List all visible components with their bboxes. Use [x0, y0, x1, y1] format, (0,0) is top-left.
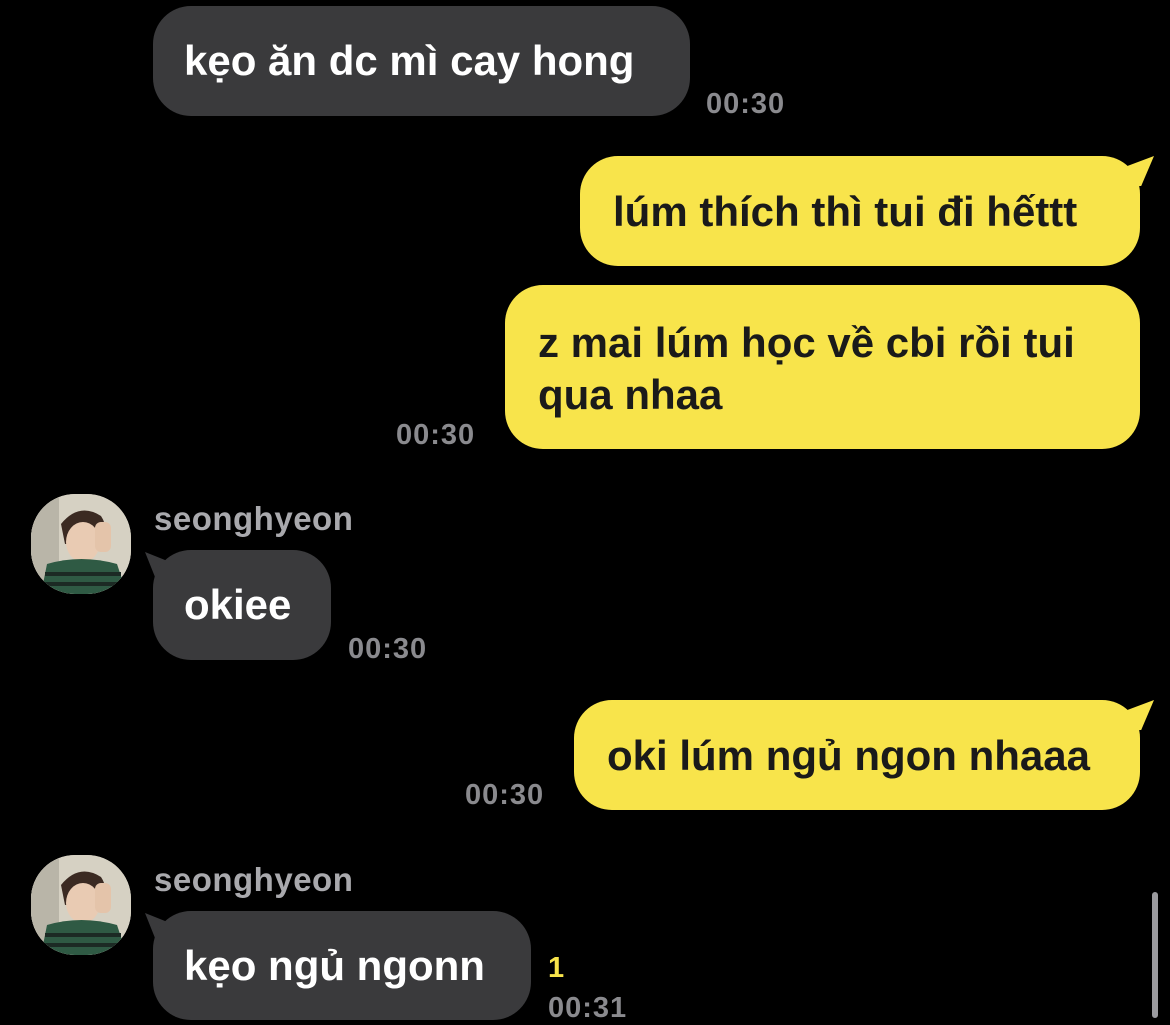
- bubble-tail: [1122, 156, 1154, 186]
- scrollbar[interactable]: [1152, 892, 1158, 1018]
- message-bubble-incoming[interactable]: kẹo ăn dc mì cay hong: [153, 6, 690, 116]
- avatar[interactable]: [31, 855, 131, 955]
- message-timestamp: 00:30: [706, 88, 786, 120]
- message-timestamp: 00:30: [348, 633, 428, 665]
- message-text: z mai lúm học về cbi rồi tui qua nhaa: [538, 319, 1075, 418]
- message-bubble-incoming[interactable]: kẹo ngủ ngonn: [153, 911, 531, 1020]
- message-timestamp: 00:30: [465, 779, 545, 811]
- message-text: kẹo ăn dc mì cay hong: [184, 37, 635, 84]
- message-bubble-outgoing[interactable]: z mai lúm học về cbi rồi tui qua nhaa: [505, 285, 1140, 449]
- message-text: oki lúm ngủ ngon nhaaa: [607, 732, 1090, 779]
- message-text: okiee: [184, 581, 292, 628]
- message-bubble-outgoing[interactable]: oki lúm ngủ ngon nhaaa: [574, 700, 1140, 810]
- avatar[interactable]: [31, 494, 131, 594]
- avatar-photo-icon: [31, 855, 131, 955]
- bubble-tail: [1122, 700, 1154, 730]
- message-text: lúm thích thì tui đi hếttt: [613, 188, 1078, 235]
- message-bubble-incoming[interactable]: okiee: [153, 550, 331, 660]
- message-timestamp: 00:31: [548, 992, 628, 1024]
- sender-name: seonghyeon: [154, 861, 354, 898]
- unread-count: 1: [548, 952, 565, 984]
- sender-name: seonghyeon: [154, 500, 354, 537]
- avatar-photo-icon: [31, 494, 131, 594]
- message-bubble-outgoing[interactable]: lúm thích thì tui đi hếttt: [580, 156, 1140, 266]
- message-text: kẹo ngủ ngonn: [184, 942, 485, 989]
- message-timestamp: 00:30: [396, 419, 476, 451]
